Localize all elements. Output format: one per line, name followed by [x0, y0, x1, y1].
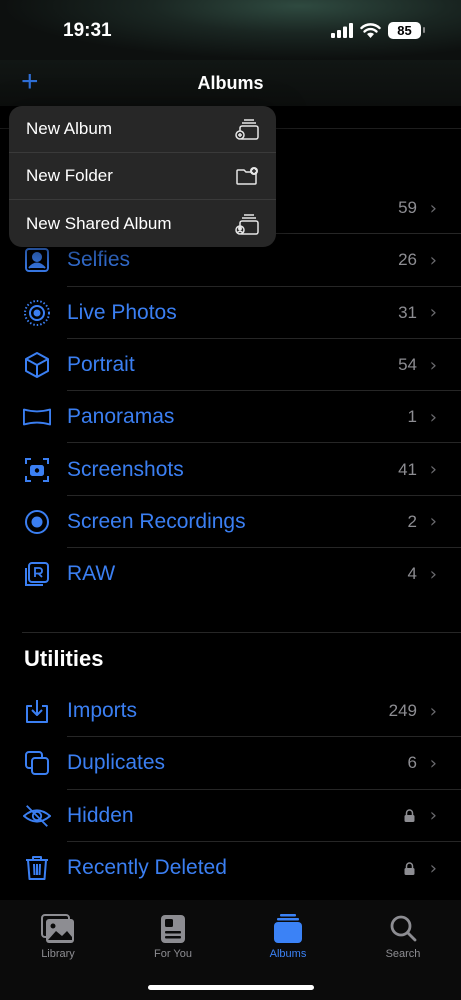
- list-item-recently-deleted[interactable]: Recently Deleted ›: [0, 842, 461, 894]
- cellular-signal-icon: [331, 23, 353, 38]
- status-time: 19:31: [63, 20, 112, 41]
- album-label: Panoramas: [67, 405, 175, 429]
- status-bar: 19:31 85: [0, 0, 461, 60]
- chevron-right-icon: ›: [429, 406, 437, 428]
- chevron-right-icon: ›: [429, 249, 437, 271]
- library-icon: [41, 914, 74, 943]
- tab-search[interactable]: Search: [363, 914, 443, 960]
- tab-label: Search: [385, 948, 421, 960]
- raw-icon: [22, 559, 52, 589]
- chevron-right-icon: ›: [429, 511, 437, 533]
- list-item-live-photos[interactable]: Live Photos 31 ›: [0, 287, 461, 339]
- album-label: Selfies: [67, 248, 131, 272]
- album-count: 41: [398, 459, 417, 479]
- list-item-screen-recordings[interactable]: Screen Recordings 2 ›: [0, 496, 461, 549]
- tab-library[interactable]: Library: [18, 914, 98, 960]
- album-label: RAW: [67, 562, 116, 586]
- tab-label: Library: [41, 948, 75, 960]
- list-item-raw[interactable]: RAW 4 ›: [0, 548, 461, 600]
- new-album-icon: [235, 119, 259, 140]
- list-item-duplicates[interactable]: Duplicates 6 ›: [0, 737, 461, 790]
- album-label: Screenshots: [67, 457, 184, 481]
- screenshot-icon: [22, 455, 52, 485]
- album-count: 54: [398, 355, 417, 375]
- albums-icon: [274, 914, 302, 943]
- album-label: Imports: [67, 699, 138, 723]
- tab-albums[interactable]: Albums: [248, 914, 328, 960]
- chevron-right-icon: ›: [429, 354, 437, 376]
- utilities-list: Imports 249 › Duplicates 6 › Hidden › Re…: [0, 685, 461, 894]
- album-label: Recently Deleted: [67, 856, 227, 880]
- battery-indicator: 85: [388, 22, 425, 39]
- album-count: 1: [407, 407, 417, 427]
- list-item-panoramas[interactable]: Panoramas 1 ›: [0, 391, 461, 444]
- menu-item-new-album[interactable]: New Album: [9, 106, 276, 153]
- album-label: Portrait: [67, 353, 135, 377]
- selfie-icon: [22, 245, 52, 275]
- list-item-imports[interactable]: Imports 249 ›: [0, 685, 461, 738]
- new-folder-icon: [236, 167, 258, 185]
- album-label: Duplicates: [67, 751, 166, 775]
- home-indicator[interactable]: [148, 985, 314, 990]
- chevron-right-icon: ›: [429, 700, 437, 722]
- tab-label: Albums: [269, 948, 307, 960]
- eye-slash-icon: [22, 801, 52, 831]
- album-label: Live Photos: [67, 300, 177, 324]
- chevron-right-icon: ›: [429, 752, 437, 774]
- album-label: Screen Recordings: [67, 509, 246, 533]
- trash-icon: [22, 853, 52, 883]
- live-photo-icon: [22, 298, 52, 328]
- menu-item-new-folder[interactable]: New Folder: [9, 153, 276, 200]
- list-item-portrait[interactable]: Portrait 54 ›: [0, 339, 461, 392]
- tab-for-you[interactable]: For You: [133, 914, 213, 960]
- tab-label: For You: [154, 948, 192, 960]
- for-you-icon: [161, 915, 185, 943]
- list-item-screenshots[interactable]: Screenshots 41 ›: [0, 443, 461, 496]
- album-count: 31: [398, 302, 417, 322]
- menu-item-label: New Shared Album: [26, 213, 172, 233]
- panorama-icon: [22, 402, 52, 432]
- status-icons: 85: [331, 22, 425, 39]
- battery-level: 85: [397, 23, 412, 38]
- menu-item-new-shared-album[interactable]: New Shared Album: [9, 200, 276, 247]
- album-count: 59: [398, 198, 417, 218]
- album-count: 6: [407, 753, 417, 773]
- section-title-utilities: Utilities: [24, 646, 104, 671]
- add-menu-popover: New Album New Folder New Shared Album: [9, 106, 276, 247]
- nav-bar: + Albums: [0, 60, 461, 106]
- chevron-right-icon: ›: [429, 805, 437, 827]
- album-count: 4: [407, 564, 417, 584]
- section-divider: [22, 632, 461, 633]
- chevron-right-icon: ›: [429, 563, 437, 585]
- chevron-right-icon: ›: [429, 857, 437, 879]
- album-count: 249: [388, 701, 417, 721]
- album-count: 26: [398, 250, 417, 270]
- album-count: 2: [407, 511, 417, 531]
- page-title: Albums: [197, 73, 264, 93]
- duplicate-icon: [22, 748, 52, 778]
- list-item-hidden[interactable]: Hidden ›: [0, 790, 461, 842]
- menu-item-label: New Album: [26, 119, 112, 138]
- search-icon: [390, 915, 417, 942]
- chevron-right-icon: ›: [429, 302, 437, 324]
- chevron-right-icon: ›: [429, 459, 437, 481]
- chevron-right-icon: ›: [429, 197, 437, 219]
- lock-icon: [404, 861, 415, 875]
- album-label: Hidden: [67, 803, 134, 827]
- import-icon: [22, 696, 52, 726]
- lock-icon: [404, 809, 415, 823]
- cube-icon: [22, 350, 52, 380]
- menu-item-label: New Folder: [26, 166, 113, 185]
- new-shared-album-icon: [235, 213, 259, 235]
- wifi-icon: [360, 23, 381, 38]
- record-icon: [22, 507, 52, 537]
